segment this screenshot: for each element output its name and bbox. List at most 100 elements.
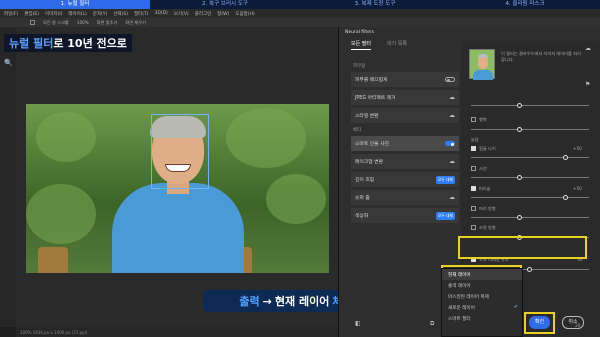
- filter-jpeg-removal[interactable]: JPEG 아티팩트 제거 ☁: [351, 90, 459, 105]
- filter-label: 스마트 인물 사진: [355, 142, 389, 147]
- layer-preview-icon[interactable]: ⧉: [430, 320, 434, 328]
- slider-label: 조명 방향: [479, 225, 496, 230]
- menu-view[interactable]: 보기(V): [174, 11, 189, 17]
- filter-makeup-transfer[interactable]: 메이크업 변환 ☁: [351, 154, 459, 169]
- ok-button[interactable]: 확인: [529, 316, 550, 329]
- checkbox-happiness[interactable]: [471, 117, 476, 122]
- dropdown-item[interactable]: 새로운 레이어 ✔: [442, 302, 522, 313]
- filter-list: 피부용 피부를 매끄럽게 JPEG 아티팩트 제거 ☁ 스타일 변환 ☁ 베타 …: [351, 59, 459, 226]
- cloud-download-icon[interactable]: ☁: [449, 112, 455, 119]
- tools-panel: ✋ 🔍: [0, 27, 16, 327]
- highlight-keep-details: [458, 236, 587, 259]
- caption-current-layer: 현재 레이어: [274, 295, 330, 308]
- menu-layer[interactable]: 레이어(L): [68, 11, 86, 17]
- slider-knob[interactable]: [527, 267, 532, 272]
- cloud-download-icon[interactable]: ☁: [449, 194, 455, 201]
- menu-image[interactable]: 이미지(I): [45, 11, 62, 17]
- caption-arrow: →: [262, 294, 272, 308]
- tab-all-filters[interactable]: 모든 필터: [351, 40, 371, 50]
- filter-description: 이 필터는 클라우드에서 이미지 데이터를 처리합니다.: [501, 51, 581, 62]
- slider-knob[interactable]: [517, 175, 522, 180]
- slider-track[interactable]: [471, 197, 589, 198]
- slider-track[interactable]: [471, 157, 589, 158]
- section-label: 베타: [353, 128, 362, 133]
- slider-knob[interactable]: [517, 127, 522, 132]
- banner-step-4: 4. 클리핑 마스크: [505, 1, 545, 7]
- slider-label: 시선: [479, 166, 487, 171]
- checkbox-hair-thickness[interactable]: [471, 186, 476, 191]
- menu-help[interactable]: 도움말(H): [235, 11, 254, 17]
- dropdown-item[interactable]: 출력 레이어: [442, 280, 522, 291]
- slider-knob[interactable]: [563, 195, 568, 200]
- filter-depth-blur[interactable]: 깊이 흐림 모두 대체: [351, 172, 459, 187]
- filter-label: 스타일 변환: [355, 114, 379, 119]
- menu-type[interactable]: 문자(Y): [93, 11, 108, 17]
- menu-bar: 파일(F) 편집(E) 이미지(I) 레이어(L) 문자(Y) 선택(S) 필터…: [0, 9, 600, 18]
- dropdown-current-layer[interactable]: 현재 레이어: [442, 269, 522, 280]
- filter-skin-smoothing[interactable]: 피부를 매끄럽게: [351, 72, 459, 87]
- banner-step-2: 2. 복구 브러시 도구: [202, 1, 248, 7]
- checkbox-gaze[interactable]: [471, 166, 476, 171]
- banner-step-3: 3. 복제 도장 도구: [354, 1, 396, 7]
- face-detection-box: [151, 114, 209, 189]
- slider-track[interactable]: [471, 217, 589, 218]
- slider-knob[interactable]: [563, 155, 568, 160]
- slider-knob[interactable]: [517, 103, 522, 108]
- slider-label: 머리숱: [479, 186, 491, 191]
- dropdown-item[interactable]: 스마트 필터: [442, 313, 522, 324]
- cancel-button[interactable]: 취소: [562, 316, 584, 329]
- menu-window[interactable]: 창(W): [217, 11, 229, 17]
- zoom-tool-icon[interactable]: 🔍: [4, 59, 13, 67]
- foliage-shape: [26, 184, 96, 244]
- menu-filter[interactable]: 필터(T): [134, 11, 149, 17]
- slider-label: 놀람: [471, 137, 479, 142]
- output-dropdown[interactable]: 현재 레이어 출력 레이어 마스킹된 레이어 복제 새로운 레이어 ✔ 스마트 …: [441, 268, 523, 337]
- filter-label: 메이크업 변환: [355, 160, 384, 165]
- scroll-all-label: 모든 창 스크롤: [43, 19, 69, 25]
- filter-toggle[interactable]: [445, 141, 455, 146]
- panel-title: Neural filters: [345, 30, 375, 35]
- menu-file[interactable]: 파일(F): [4, 11, 18, 17]
- filter-smart-portrait[interactable]: 스마트 인물 사진: [351, 136, 459, 151]
- thumb-shirt: [473, 70, 493, 80]
- filter-style-transfer[interactable]: 스타일 변환 ☁: [351, 108, 459, 123]
- dropdown-item-label: 새로운 레이어: [448, 306, 475, 311]
- menu-edit[interactable]: 편집(E): [24, 11, 39, 17]
- filter-colorize[interactable]: 색상화 모두 대체: [351, 208, 459, 223]
- section-label: 피부용: [353, 64, 366, 69]
- headline-highlight: 뉴럴 필터: [9, 37, 54, 50]
- filter-badge[interactable]: 모두 대체: [435, 211, 455, 220]
- planter-shape: [38, 247, 68, 273]
- checkbox-head-direction[interactable]: [471, 206, 476, 211]
- slider-label: 얼굴 나이: [479, 146, 496, 151]
- slider-track[interactable]: [471, 129, 589, 130]
- slider-knob[interactable]: [517, 215, 522, 220]
- slider-track[interactable]: [471, 177, 589, 178]
- dropdown-item[interactable]: 마스킹된 레이어 복제: [442, 291, 522, 302]
- filter-toggle[interactable]: [445, 77, 455, 82]
- checkbox-facial-age[interactable]: [471, 146, 476, 151]
- slider-value: +50: [573, 146, 582, 151]
- filter-label: 피부를 매끄럽게: [355, 78, 388, 83]
- compare-icon[interactable]: ◧: [355, 320, 361, 327]
- fit-screen-button[interactable]: 화면 맞추기: [97, 20, 118, 26]
- menu-select[interactable]: 선택(S): [113, 11, 128, 17]
- check-icon: ✔: [513, 304, 518, 310]
- zoom-100-button[interactable]: 100%: [77, 20, 89, 25]
- filter-badge[interactable]: 모두 대체: [435, 175, 455, 184]
- slider-track[interactable]: [471, 105, 589, 106]
- cloud-download-icon[interactable]: ☁: [449, 94, 455, 101]
- flag-icon[interactable]: ⚑: [585, 81, 590, 88]
- tab-waitlist[interactable]: 대기 목록: [387, 40, 407, 50]
- dropdown-item-label: 현재 레이어: [448, 273, 471, 278]
- fill-screen-button[interactable]: 화면 채우기: [125, 20, 146, 26]
- thumb-hair: [478, 54, 488, 58]
- checkbox-light-direction[interactable]: [471, 225, 476, 230]
- menu-plugins[interactable]: 플러그인: [195, 11, 212, 17]
- scroll-all-checkbox[interactable]: [30, 20, 35, 25]
- preview-thumbnail: [469, 49, 495, 80]
- menu-3d[interactable]: 3D(D): [155, 11, 168, 16]
- tutorial-step-banner: 1. 뉴럴 필터 2. 복구 브러시 도구 3. 복제 도장 도구 4. 클리핑…: [0, 0, 600, 9]
- filter-super-zoom[interactable]: 슈퍼 줌 ☁: [351, 190, 459, 205]
- cloud-download-icon[interactable]: ☁: [449, 158, 455, 165]
